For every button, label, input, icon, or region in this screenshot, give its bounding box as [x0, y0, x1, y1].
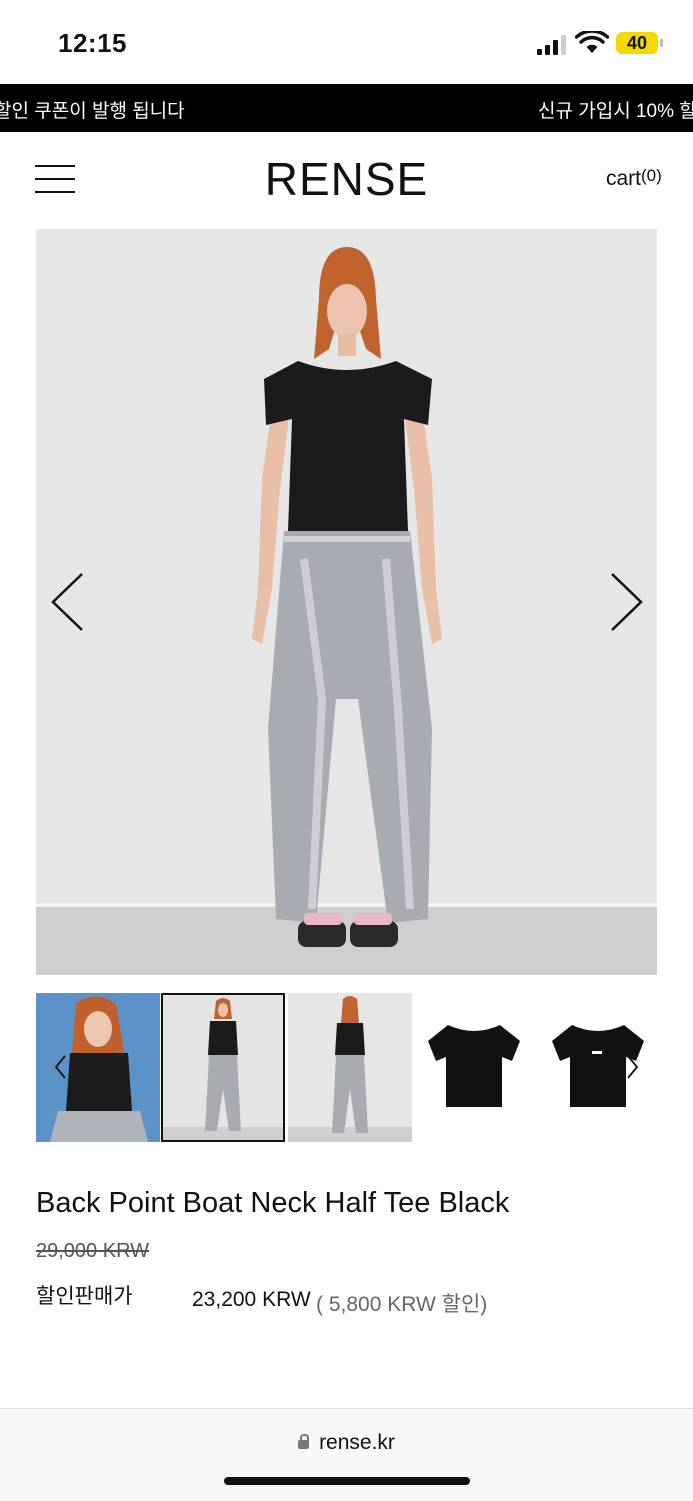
thumbnail-4[interactable]: [412, 993, 536, 1142]
marquee-text-right: 신규 가입시 10% 할: [538, 101, 693, 122]
sale-price-label: 할인판매가: [36, 1285, 133, 1308]
promo-marquee[interactable]: 할인 쿠폰이 발행 됩니다 신규 가입시 10% 할: [0, 84, 693, 132]
status-time: 12:15: [58, 28, 127, 58]
wifi-icon: [575, 31, 609, 53]
chevron-left-icon[interactable]: [50, 572, 84, 632]
cart-label: cart: [606, 167, 642, 190]
battery-icon: 40: [616, 32, 663, 54]
thumbnail-1[interactable]: [36, 993, 160, 1142]
chevron-right-icon[interactable]: [610, 572, 644, 632]
original-price: 29,000 KRW: [36, 1240, 150, 1262]
url-display[interactable]: rense.kr: [0, 1431, 693, 1455]
signal-icon: [537, 35, 567, 55]
product-title: Back Point Boat Neck Half Tee Black: [36, 1187, 510, 1219]
sale-price: 23,200 KRW: [192, 1288, 311, 1311]
product-main-image[interactable]: [36, 229, 657, 975]
url-text: rense.kr: [319, 1431, 395, 1454]
status-bar: 12:15 40: [0, 0, 693, 84]
discount-amount: ( 5,800 KRW 할인): [316, 1293, 488, 1316]
home-indicator[interactable]: [224, 1477, 470, 1485]
model-figure: [252, 247, 442, 947]
marquee-text-left: 할인 쿠폰이 발행 됩니다: [0, 101, 185, 122]
lock-icon: [298, 1434, 310, 1449]
cart-link[interactable]: cart(0): [606, 166, 662, 191]
site-header: RENSE cart(0): [0, 132, 693, 228]
thumbnail-5[interactable]: [536, 993, 660, 1142]
site-logo[interactable]: RENSE: [0, 152, 693, 206]
thumbnail-carousel: [36, 993, 660, 1145]
chevron-left-icon[interactable]: [54, 1055, 66, 1079]
cart-count: (0): [641, 166, 662, 185]
thumbnail-2[interactable]: [161, 993, 285, 1142]
thumbnail-3[interactable]: [288, 993, 412, 1142]
chevron-right-icon[interactable]: [627, 1055, 639, 1079]
browser-url-bar[interactable]: rense.kr: [0, 1408, 693, 1501]
